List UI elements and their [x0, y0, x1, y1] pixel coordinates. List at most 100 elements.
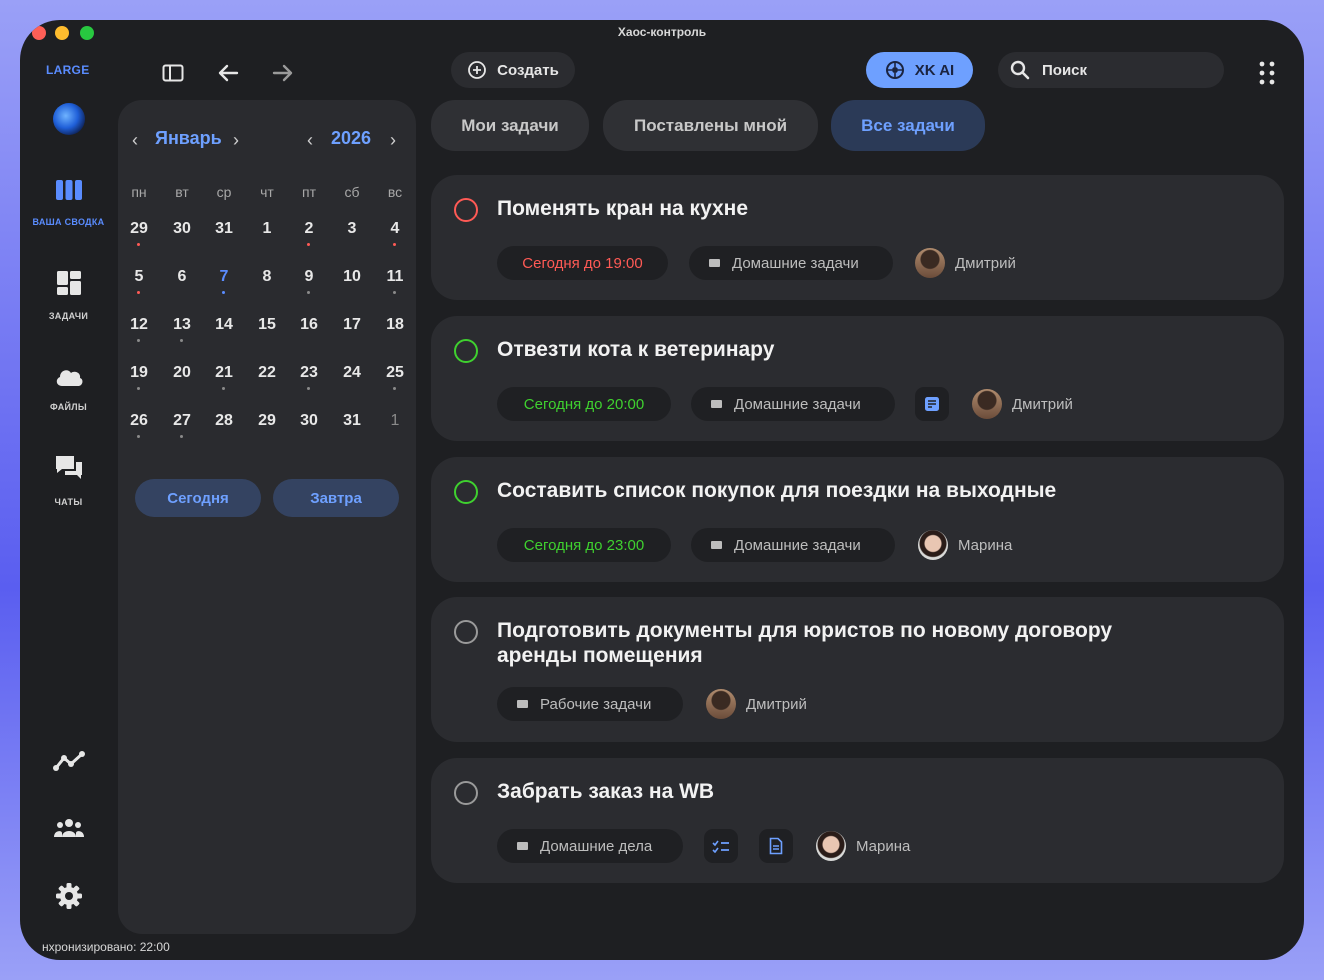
- task-checkbox[interactable]: [454, 620, 478, 644]
- calendar-day[interactable]: 19: [121, 364, 157, 390]
- calendar-day[interactable]: 5: [121, 268, 157, 294]
- assignee[interactable]: Марина: [918, 530, 1012, 560]
- calendar-day[interactable]: 14: [206, 316, 242, 334]
- document-attachment[interactable]: [759, 829, 793, 863]
- calendar-day[interactable]: 22: [249, 364, 285, 382]
- tab-assigned-by-me[interactable]: Поставлены мной: [603, 100, 818, 151]
- assignee[interactable]: Дмитрий: [915, 248, 1016, 278]
- assignee[interactable]: Дмитрий: [706, 689, 807, 719]
- calendar-day[interactable]: 11: [377, 268, 413, 294]
- task-checkbox[interactable]: [454, 781, 478, 805]
- note-attachment[interactable]: [915, 387, 949, 421]
- checklist-attachment[interactable]: [704, 829, 738, 863]
- task-card[interactable]: Составить список покупок для поездки на …: [431, 457, 1284, 582]
- calendar-day[interactable]: 23: [291, 364, 327, 390]
- calendar-day[interactable]: 29: [121, 220, 157, 246]
- task-checkbox[interactable]: [454, 339, 478, 363]
- nav-summary[interactable]: ВАША СВОДКА: [20, 178, 117, 227]
- calendar-day[interactable]: 6: [164, 268, 200, 286]
- back-button[interactable]: [213, 58, 243, 88]
- calendar-day[interactable]: 31: [334, 412, 370, 430]
- calendar-day[interactable]: 1: [377, 412, 413, 430]
- calendar-day[interactable]: 7: [206, 268, 242, 294]
- workspace-label[interactable]: LARGE: [46, 63, 90, 77]
- nav-chats[interactable]: ЧАТЫ: [20, 454, 117, 507]
- calendar-day[interactable]: 15: [249, 316, 285, 334]
- forward-button[interactable]: [268, 58, 298, 88]
- task-checkbox[interactable]: [454, 198, 478, 222]
- create-button[interactable]: Создать: [451, 52, 575, 88]
- folder-chip[interactable]: Домашние задачи: [689, 246, 893, 280]
- calendar-day[interactable]: 3: [334, 220, 370, 238]
- ai-button[interactable]: XK AI: [866, 52, 973, 88]
- prev-month-button[interactable]: ‹: [132, 130, 138, 151]
- apps-menu-button[interactable]: [1252, 58, 1282, 88]
- search-input[interactable]: Поиск: [998, 52, 1224, 88]
- calendar-day[interactable]: 13: [164, 316, 200, 342]
- calendar-day[interactable]: 25: [377, 364, 413, 390]
- calendar-day[interactable]: 8: [249, 268, 285, 286]
- today-button[interactable]: Сегодня: [135, 479, 261, 517]
- folder-chip[interactable]: Рабочие задачи: [497, 687, 683, 721]
- folder-name: Домашние задачи: [734, 536, 861, 554]
- event-marker: [137, 435, 140, 438]
- task-card[interactable]: Поменять кран на кухне Сегодня до 19:00 …: [431, 175, 1284, 300]
- tomorrow-button[interactable]: Завтра: [273, 479, 399, 517]
- calendar-day[interactable]: 1: [249, 220, 285, 238]
- assignee[interactable]: Дмитрий: [972, 389, 1073, 419]
- prev-year-button[interactable]: ‹: [307, 130, 313, 151]
- calendar-day-number: 22: [258, 364, 276, 381]
- task-title: Забрать заказ на WB: [497, 780, 715, 803]
- settings-button[interactable]: [20, 882, 117, 915]
- calendar-day-number: 7: [219, 268, 229, 285]
- deadline-chip[interactable]: Сегодня до 23:00: [497, 528, 671, 562]
- calendar-day[interactable]: 9: [291, 268, 327, 294]
- task-card[interactable]: Забрать заказ на WB Домашние дела Марина: [431, 758, 1284, 883]
- arrow-right-icon: [272, 64, 293, 82]
- nav-tasks[interactable]: ЗАДАЧИ: [20, 270, 117, 321]
- calendar-day[interactable]: 10: [334, 268, 370, 286]
- title-bar: Хаос-контроль: [20, 20, 1304, 48]
- team-button[interactable]: [20, 818, 117, 843]
- calendar-month[interactable]: Январь: [155, 128, 222, 149]
- folder-chip[interactable]: Домашние задачи: [691, 528, 895, 562]
- calendar-day[interactable]: 20: [164, 364, 200, 382]
- calendar-day[interactable]: 17: [334, 316, 370, 334]
- calendar-day[interactable]: 29: [249, 412, 285, 430]
- assignee[interactable]: Марина: [816, 831, 910, 861]
- task-card[interactable]: Подготовить документы для юристов по нов…: [431, 597, 1284, 742]
- calendar-day[interactable]: 30: [164, 220, 200, 238]
- calendar-day[interactable]: 2: [291, 220, 327, 246]
- calendar-day[interactable]: 24: [334, 364, 370, 382]
- calendar-day-number: 31: [343, 412, 361, 429]
- next-month-button[interactable]: ›: [233, 130, 239, 151]
- folder-chip[interactable]: Домашние дела: [497, 829, 683, 863]
- calendar-day[interactable]: 28: [206, 412, 242, 430]
- weekday-label: чт: [260, 184, 274, 200]
- calendar-day[interactable]: 4: [377, 220, 413, 246]
- weekday-label: вт: [175, 184, 189, 200]
- assignee-name: Дмитрий: [1012, 395, 1073, 413]
- deadline-chip[interactable]: Сегодня до 19:00: [497, 246, 668, 280]
- calendar-day[interactable]: 26: [121, 412, 157, 438]
- calendar-day[interactable]: 18: [377, 316, 413, 334]
- calendar-year[interactable]: 2026: [331, 128, 371, 149]
- folder-chip[interactable]: Домашние задачи: [691, 387, 895, 421]
- calendar-day[interactable]: 12: [121, 316, 157, 342]
- deadline-chip[interactable]: Сегодня до 20:00: [497, 387, 671, 421]
- calendar-day[interactable]: 16: [291, 316, 327, 334]
- calendar-day[interactable]: 21: [206, 364, 242, 390]
- toggle-sidebar-button[interactable]: [158, 58, 188, 88]
- task-checkbox[interactable]: [454, 480, 478, 504]
- calendar-day[interactable]: 27: [164, 412, 200, 438]
- task-card[interactable]: Отвезти кота к ветеринару Сегодня до 20:…: [431, 316, 1284, 441]
- weekday-label: вс: [387, 184, 403, 200]
- nav-files[interactable]: ФАЙЛЫ: [20, 365, 117, 412]
- analytics-button[interactable]: [20, 750, 117, 777]
- calendar-day[interactable]: 31: [206, 220, 242, 238]
- calendar-day[interactable]: 30: [291, 412, 327, 430]
- tab-my-tasks[interactable]: Мои задачи: [431, 100, 589, 151]
- tab-all-tasks[interactable]: Все задачи: [831, 100, 985, 151]
- next-year-button[interactable]: ›: [390, 130, 396, 151]
- calendar-day-number: 11: [386, 268, 404, 285]
